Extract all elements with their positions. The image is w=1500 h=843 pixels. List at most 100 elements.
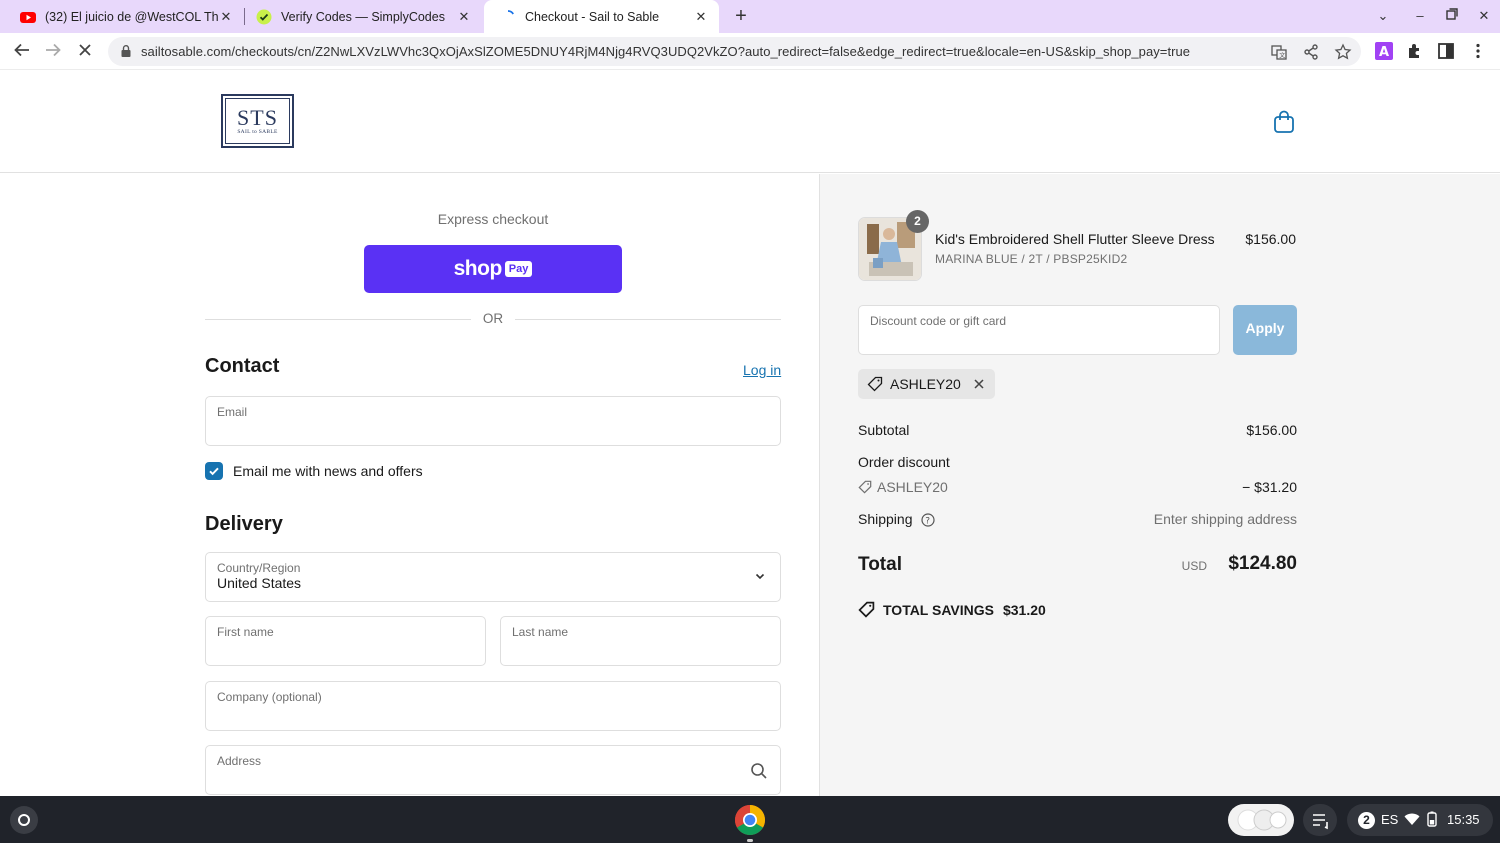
forward-button[interactable] xyxy=(42,41,64,63)
apply-discount-button[interactable]: Apply xyxy=(1233,305,1297,355)
keyboard-language: ES xyxy=(1381,812,1399,827)
notification-count-badge: 2 xyxy=(1358,812,1375,829)
launcher-button[interactable] xyxy=(10,806,38,834)
or-label: OR xyxy=(482,311,504,326)
more-menu-icon[interactable] xyxy=(1469,42,1487,60)
total-savings: TOTAL SAVINGS $31.20 xyxy=(858,601,1046,618)
phone-hub-pod[interactable] xyxy=(1228,804,1294,836)
loading-spinner-icon xyxy=(507,9,514,15)
email-placeholder: Email xyxy=(217,405,248,419)
lock-icon xyxy=(121,45,131,57)
logo-text: STS xyxy=(237,105,278,130)
phone-hub-icon xyxy=(1237,809,1287,831)
shopping-bag-icon[interactable] xyxy=(1273,110,1295,134)
subtotal-label: Subtotal xyxy=(858,422,910,438)
product-price: $156.00 xyxy=(1245,231,1296,247)
last-name-field[interactable]: Last name xyxy=(500,616,781,666)
address-bar[interactable]: sailtosable.com/checkouts/cn/Z2NwLXVzLWV… xyxy=(108,37,1361,66)
discount-amount: − $31.20 xyxy=(1242,479,1297,495)
newsletter-label: Email me with news and offers xyxy=(233,463,423,479)
help-icon[interactable]: ? xyxy=(921,513,935,527)
os-shelf: 2 ES 15:35 xyxy=(0,796,1500,843)
discount-code-input[interactable]: Discount code or gift card xyxy=(858,305,1220,355)
search-icon[interactable] xyxy=(750,762,768,780)
close-tab-icon[interactable]: ✕ xyxy=(693,9,709,25)
bookmark-star-icon[interactable] xyxy=(1334,43,1352,61)
discount-placeholder: Discount code or gift card xyxy=(870,314,1007,328)
browser-tab-bar: (32) El juicio de @WestCOL The ... ✕ Ver… xyxy=(0,0,1500,33)
remove-code-icon[interactable] xyxy=(973,378,985,390)
discount-code-name: ASHLEY20 xyxy=(877,479,948,495)
savings-tag-icon xyxy=(858,601,875,618)
product-name: Kid's Embroidered Shell Flutter Sleeve D… xyxy=(935,231,1215,247)
browser-tab-simplycodes[interactable]: Verify Codes — SimplyCodes ✕ xyxy=(248,0,480,33)
tab-search-icon[interactable]: ⌄ xyxy=(1375,8,1391,24)
order-discount-row: Order discount xyxy=(858,454,1297,470)
total-label: Total xyxy=(858,554,902,575)
stop-loading-button[interactable] xyxy=(74,41,96,63)
first-name-field[interactable]: First name xyxy=(205,616,486,666)
logo-subtext: SAIL to SABLE xyxy=(237,129,278,135)
svg-text:文: 文 xyxy=(1279,52,1285,60)
site-header: STS SAIL to SABLE xyxy=(0,70,1500,173)
close-tab-icon[interactable]: ✕ xyxy=(456,9,472,25)
svg-text:?: ? xyxy=(926,517,931,527)
company-field[interactable]: Company (optional) xyxy=(205,681,781,731)
country-value: United States xyxy=(217,575,302,591)
youtube-icon xyxy=(20,11,36,23)
shipping-row: Shipping ? Enter shipping address xyxy=(858,511,1297,527)
company-placeholder: Company (optional) xyxy=(217,690,322,704)
new-tab-button[interactable]: + xyxy=(731,6,751,26)
savings-amount: $31.20 xyxy=(1002,601,1046,618)
applied-code-text: ASHLEY20 xyxy=(890,376,961,392)
restore-button[interactable] xyxy=(1444,8,1460,24)
tab-title: Verify Codes — SimplyCodes xyxy=(281,9,445,24)
tab-title: Checkout - Sail to Sable xyxy=(525,9,660,24)
shop-pay-badge: Pay xyxy=(504,261,533,277)
browser-tab-checkout[interactable]: Checkout - Sail to Sable ✕ xyxy=(484,0,719,33)
browser-tab-youtube[interactable]: (32) El juicio de @WestCOL The ... ✕ xyxy=(12,0,242,33)
translate-icon[interactable]: 文 xyxy=(1270,43,1288,61)
shipping-value: Enter shipping address xyxy=(1153,511,1297,527)
express-checkout-title: Express checkout xyxy=(437,211,549,227)
media-controls-pod[interactable] xyxy=(1303,804,1337,836)
store-logo[interactable]: STS SAIL to SABLE xyxy=(221,94,294,148)
chevron-down-icon xyxy=(755,573,765,580)
checkmark-icon xyxy=(209,467,219,476)
browser-toolbar: sailtosable.com/checkouts/cn/Z2NwLXVzLWV… xyxy=(0,33,1500,70)
checkout-form: Express checkout shop Pay OR Contact Log… xyxy=(0,174,819,796)
side-panel-icon[interactable] xyxy=(1437,42,1455,60)
address-placeholder: Address xyxy=(217,754,262,768)
svg-text:A: A xyxy=(1379,45,1389,60)
back-button[interactable] xyxy=(11,41,33,63)
app-running-indicator xyxy=(747,839,753,842)
chrome-app-icon[interactable] xyxy=(734,804,766,836)
extensions-puzzle-icon[interactable] xyxy=(1406,42,1424,60)
share-icon[interactable] xyxy=(1302,43,1320,61)
savings-label: TOTAL SAVINGS xyxy=(883,601,994,618)
address-field[interactable]: Address xyxy=(205,745,781,795)
newsletter-option[interactable]: Email me with news and offers xyxy=(205,461,423,481)
close-window-button[interactable]: ✕ xyxy=(1476,8,1492,24)
tab-separator xyxy=(244,8,245,25)
minimize-button[interactable]: – xyxy=(1412,8,1428,24)
quantity-badge: 2 xyxy=(906,210,929,233)
close-tab-icon[interactable]: ✕ xyxy=(218,9,234,25)
shop-pay-button[interactable]: shop Pay xyxy=(364,245,622,293)
applied-code-pill: ASHLEY20 xyxy=(858,369,995,399)
login-link[interactable]: Log in xyxy=(743,362,781,378)
shop-pay-logo-text: shop xyxy=(453,257,503,280)
contact-heading: Contact xyxy=(205,355,280,377)
url-text[interactable]: sailtosable.com/checkouts/cn/Z2NwLXVzLWV… xyxy=(141,44,1251,59)
country-select[interactable]: Country/Region United States xyxy=(205,552,781,602)
total-row: Total USD $124.80 xyxy=(858,552,1297,578)
or-divider: OR xyxy=(205,309,781,329)
newsletter-checkbox[interactable] xyxy=(205,462,223,480)
clock: 15:35 xyxy=(1447,812,1480,827)
tab-title: (32) El juicio de @WestCOL The ... xyxy=(45,9,218,24)
last-name-placeholder: Last name xyxy=(512,625,569,639)
first-name-placeholder: First name xyxy=(217,625,274,639)
email-field[interactable]: Email xyxy=(205,396,781,446)
order-discount-label: Order discount xyxy=(858,454,950,470)
extension-a-icon[interactable]: A xyxy=(1375,42,1393,60)
